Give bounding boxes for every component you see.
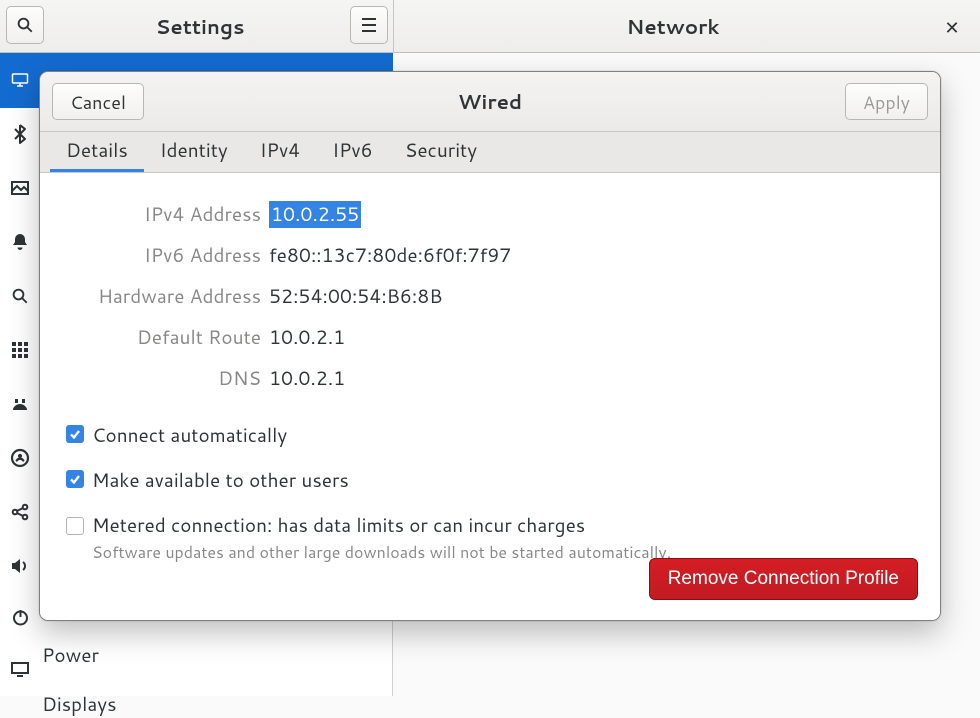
connection-editor-dialog: Cancel Wired Apply Details Identity IPv4… bbox=[39, 71, 941, 621]
check-metered-label: Metered connection: has data limits or c… bbox=[92, 512, 671, 539]
power-icon bbox=[0, 593, 40, 642]
ipv4-address-label: IPv4 Address bbox=[66, 201, 261, 228]
window-close-button[interactable]: ✕ bbox=[930, 0, 974, 53]
ipv4-address-value[interactable]: 10.0.2.55 bbox=[269, 201, 361, 228]
check-share-label: Make available to other users bbox=[92, 467, 349, 494]
checkbox-section: Connect automatically Make available to … bbox=[66, 422, 914, 564]
checkbox-icon bbox=[66, 517, 84, 535]
tab-ipv6[interactable]: IPv6 bbox=[316, 132, 388, 172]
checkbox-icon bbox=[66, 470, 84, 488]
privacy-icon bbox=[0, 377, 40, 431]
check-make-available[interactable]: Make available to other users bbox=[66, 467, 914, 494]
dialog-body: IPv4 Address 10.0.2.55 IPv6 Address fe80… bbox=[40, 173, 940, 621]
check-metered[interactable]: Metered connection: has data limits or c… bbox=[66, 512, 914, 564]
tab-ipv4[interactable]: IPv4 bbox=[244, 132, 316, 172]
notifications-icon bbox=[0, 215, 40, 269]
default-route-label: Default Route bbox=[66, 324, 261, 351]
tab-security[interactable]: Security bbox=[389, 132, 493, 172]
network-icon bbox=[0, 53, 40, 107]
cancel-button[interactable]: Cancel bbox=[52, 83, 144, 120]
dns-label: DNS bbox=[66, 365, 261, 392]
hamburger-icon bbox=[361, 18, 377, 32]
search-panel-icon bbox=[0, 269, 40, 323]
details-grid: IPv4 Address 10.0.2.55 IPv6 Address fe80… bbox=[66, 201, 914, 392]
background-icon bbox=[0, 161, 40, 215]
hamburger-button[interactable] bbox=[350, 6, 388, 44]
tab-identity[interactable]: Identity bbox=[144, 132, 244, 172]
right-pane-title: Network bbox=[393, 0, 953, 53]
check-metered-sublabel: Software updates and other large downloa… bbox=[92, 541, 671, 564]
sound-icon bbox=[0, 539, 40, 593]
settings-title: Settings bbox=[50, 0, 350, 53]
sidebar-item-displays-label[interactable]: Displays bbox=[42, 691, 117, 718]
close-icon: ✕ bbox=[944, 14, 959, 40]
ipv6-address-value[interactable]: fe80::13c7:80de:6f0f:7f97 bbox=[269, 242, 511, 269]
sharing-icon bbox=[0, 485, 40, 539]
check-auto-label: Connect automatically bbox=[92, 422, 287, 449]
search-icon bbox=[16, 16, 34, 34]
dialog-title: Wired bbox=[458, 88, 522, 116]
search-button[interactable] bbox=[6, 6, 44, 44]
accounts-icon bbox=[0, 431, 40, 485]
app-header: Settings Network ✕ bbox=[0, 0, 980, 53]
bluetooth-icon bbox=[0, 107, 40, 161]
remove-connection-button[interactable]: Remove Connection Profile bbox=[649, 558, 918, 600]
dialog-tabs: Details Identity IPv4 IPv6 Security bbox=[40, 132, 940, 173]
hardware-address-value[interactable]: 52:54:00:54:B6:8B bbox=[269, 283, 442, 310]
apply-button[interactable]: Apply bbox=[845, 83, 928, 120]
hardware-address-label: Hardware Address bbox=[66, 283, 261, 310]
ipv6-address-label: IPv6 Address bbox=[66, 242, 261, 269]
sidebar-iconstrip bbox=[0, 53, 40, 696]
check-connect-automatically[interactable]: Connect automatically bbox=[66, 422, 914, 449]
sidebar-item-power-label[interactable]: Power bbox=[42, 642, 99, 669]
dialog-header: Cancel Wired Apply bbox=[40, 72, 940, 132]
tab-details[interactable]: Details bbox=[50, 132, 144, 172]
default-route-value[interactable]: 10.0.2.1 bbox=[269, 324, 345, 351]
checkbox-icon bbox=[66, 425, 84, 443]
displays-icon bbox=[0, 642, 40, 696]
apps-icon bbox=[0, 323, 40, 377]
dns-value[interactable]: 10.0.2.1 bbox=[269, 365, 345, 392]
